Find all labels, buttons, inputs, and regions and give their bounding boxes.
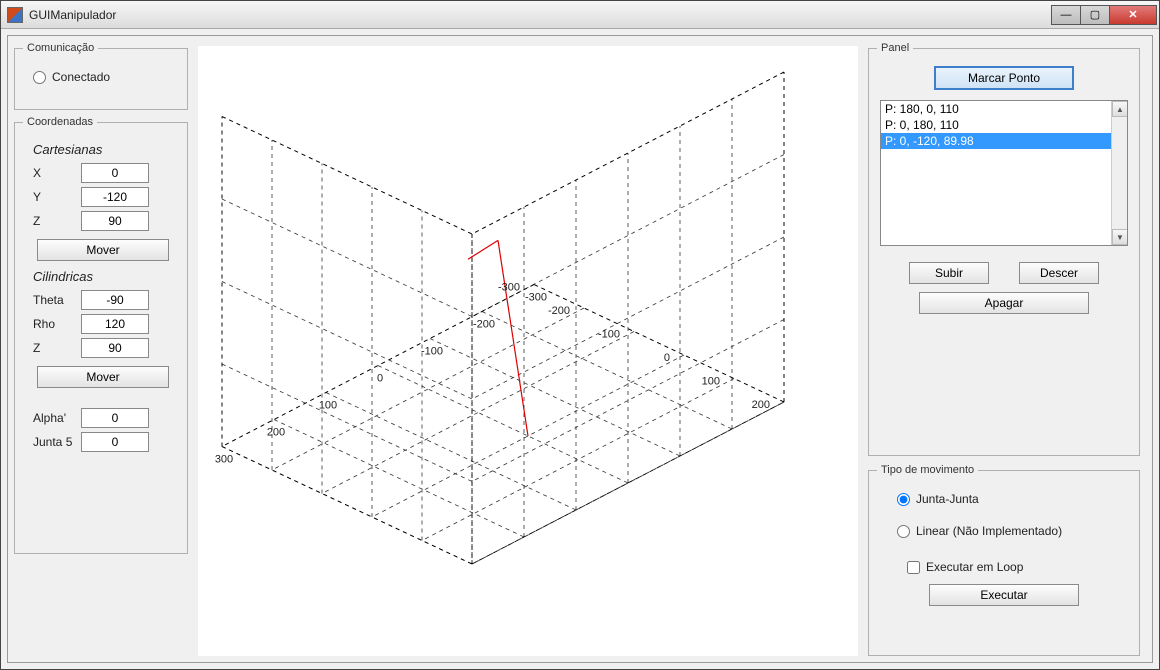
cartesianas-header: Cartesianas	[33, 142, 179, 157]
maximize-button[interactable]: ▢	[1080, 5, 1110, 25]
panel-legend: Panel	[877, 42, 913, 54]
svg-text:0: 0	[664, 352, 670, 364]
apagar-button[interactable]: Apagar	[919, 292, 1089, 314]
junta5-label: Junta 5	[33, 435, 81, 449]
z2-input[interactable]	[81, 338, 149, 358]
list-item[interactable]: P: 0, 180, 110	[881, 117, 1127, 133]
app-window: GUIManipulador — ▢ ✕ Comunicação Conecta…	[0, 0, 1160, 670]
svg-text:300: 300	[215, 454, 233, 466]
svg-text:-200: -200	[473, 319, 495, 331]
scroll-down-icon[interactable]: ▼	[1112, 229, 1128, 245]
list-item[interactable]: P: 0, -120, 89.98	[881, 133, 1127, 149]
svg-text:-300: -300	[525, 292, 547, 304]
z-input[interactable]	[81, 211, 149, 231]
svg-text:-200: -200	[548, 305, 570, 317]
y-input[interactable]	[81, 187, 149, 207]
mover-cartesianas-button[interactable]: Mover	[37, 239, 169, 261]
y-label: Y	[33, 190, 81, 204]
x-label: X	[33, 166, 81, 180]
points-listbox[interactable]: P: 180, 0, 110P: 0, 180, 110P: 0, -120, …	[880, 100, 1128, 246]
scroll-up-icon[interactable]: ▲	[1112, 101, 1128, 117]
marcar-ponto-button[interactable]: Marcar Ponto	[934, 66, 1074, 90]
rho-input[interactable]	[81, 314, 149, 334]
junta-radio[interactable]	[897, 493, 910, 506]
coordenadas-legend: Coordenadas	[23, 116, 97, 128]
svg-text:0: 0	[377, 373, 383, 385]
descer-button[interactable]: Descer	[1019, 262, 1099, 284]
svg-text:-100: -100	[421, 346, 443, 358]
conectado-radio[interactable]	[33, 71, 46, 84]
inner-panel: Comunicação Conectado Coordenadas Cartes…	[7, 35, 1153, 663]
rho-label: Rho	[33, 317, 81, 331]
theta-input[interactable]	[81, 290, 149, 310]
window-title: GUIManipulador	[29, 8, 1052, 22]
loop-label: Executar em Loop	[926, 560, 1023, 574]
list-item[interactable]: P: 180, 0, 110	[881, 101, 1127, 117]
z-label: Z	[33, 214, 81, 228]
svg-text:200: 200	[752, 399, 770, 411]
x-input[interactable]	[81, 163, 149, 183]
subir-button[interactable]: Subir	[909, 262, 989, 284]
titlebar: GUIManipulador — ▢ ✕	[1, 1, 1159, 29]
cilindricas-header: Cilindricas	[33, 269, 179, 284]
junta-label: Junta-Junta	[916, 492, 979, 506]
alpha-input[interactable]	[81, 408, 149, 428]
panel-group: Panel Marcar Ponto P: 180, 0, 110P: 0, 1…	[868, 42, 1140, 456]
svg-text:-300: -300	[498, 282, 520, 294]
comunicacao-legend: Comunicação	[23, 42, 98, 54]
minimize-button[interactable]: —	[1051, 5, 1081, 25]
tipo-legend: Tipo de movimento	[877, 464, 978, 476]
junta5-input[interactable]	[81, 432, 149, 452]
coordenadas-group: Coordenadas Cartesianas X Y Z Mover Cili…	[14, 116, 188, 554]
svg-text:200: 200	[267, 427, 285, 439]
window-buttons: — ▢ ✕	[1052, 5, 1157, 25]
z2-label: Z	[33, 341, 81, 355]
app-icon	[7, 7, 23, 23]
svg-text:-100: -100	[598, 329, 620, 341]
plot-svg: -300-200-1000100200-300-200-100010020030…	[198, 46, 858, 656]
tipo-group: Tipo de movimento Junta-Junta Linear (Nã…	[868, 464, 1140, 656]
client-area: Comunicação Conectado Coordenadas Cartes…	[1, 29, 1159, 669]
mover-cilindricas-button[interactable]: Mover	[37, 366, 169, 388]
comunicacao-group: Comunicação Conectado	[14, 42, 188, 110]
linear-label: Linear (Não Implementado)	[916, 524, 1062, 538]
linear-radio[interactable]	[897, 525, 910, 538]
alpha-label: Alpha'	[33, 411, 81, 425]
close-button[interactable]: ✕	[1109, 5, 1157, 25]
svg-text:100: 100	[319, 400, 337, 412]
theta-label: Theta	[33, 293, 81, 307]
svg-text:100: 100	[702, 376, 720, 388]
plot-3d: -300-200-1000100200-300-200-100010020030…	[198, 46, 858, 656]
conectado-label: Conectado	[52, 70, 110, 84]
loop-checkbox[interactable]	[907, 561, 920, 574]
executar-button[interactable]: Executar	[929, 584, 1079, 606]
listbox-scrollbar[interactable]: ▲ ▼	[1111, 101, 1127, 245]
